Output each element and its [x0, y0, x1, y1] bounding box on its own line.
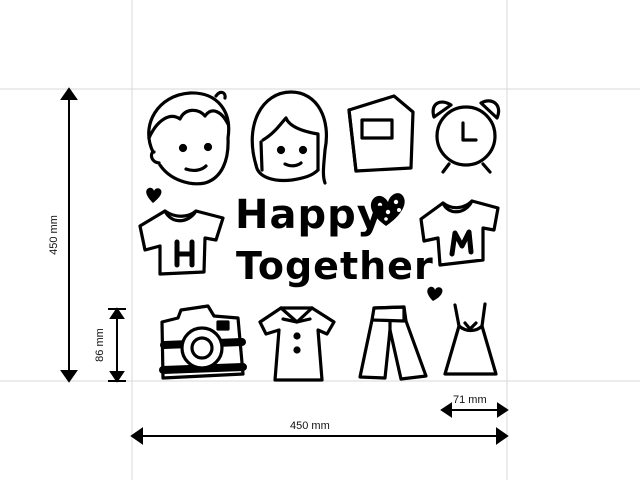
small-height-label: 86 mm [94, 323, 106, 367]
pants-icon [358, 305, 428, 381]
girl-face-icon [250, 90, 328, 185]
camera-icon [159, 304, 247, 380]
dress-icon [443, 302, 498, 376]
heart-icon [146, 187, 162, 203]
artwork [0, 0, 640, 480]
blouse-icon [258, 306, 336, 382]
height-label: 450 mm [48, 213, 60, 257]
alarm-clock-icon [431, 99, 501, 174]
decal-canvas: Happy Together 450 mm 86 mm 450 mm 71 mm [0, 0, 640, 480]
book-icon [347, 94, 415, 173]
width-label: 450 mm [290, 420, 330, 432]
guide-lines [0, 0, 640, 480]
boy-face-icon [147, 90, 231, 186]
title-line-2: Together [236, 244, 434, 288]
small-width-label: 71 mm [453, 394, 487, 406]
heart-small-icon [427, 286, 443, 301]
title-line-1: Happy [235, 192, 384, 238]
shirt-h-icon [138, 209, 225, 276]
